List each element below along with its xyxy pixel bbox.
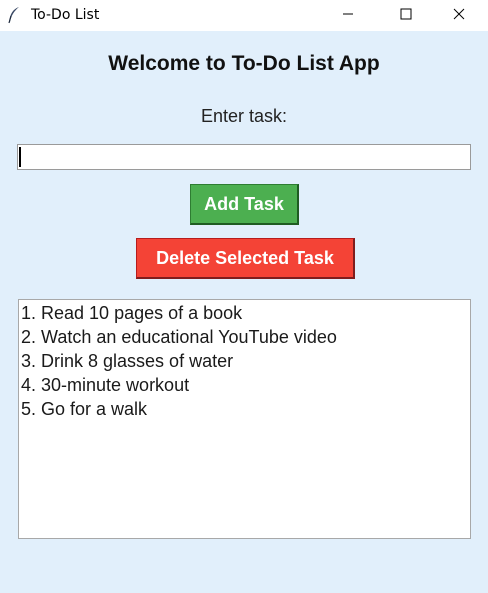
minimize-button[interactable] <box>319 0 377 31</box>
task-input-label: Enter task: <box>200 106 288 126</box>
task-list-item[interactable]: 2. Watch an educational YouTube video <box>21 325 468 349</box>
close-button[interactable] <box>430 0 488 31</box>
feather-icon <box>6 6 22 24</box>
task-list-item[interactable]: 4. 30-minute workout <box>21 373 468 397</box>
task-listbox[interactable]: 1. Read 10 pages of a book 2. Watch an e… <box>18 299 471 539</box>
task-input[interactable] <box>17 144 471 170</box>
minimize-icon <box>342 7 354 25</box>
delete-selected-task-button[interactable]: Delete Selected Task <box>136 238 355 279</box>
task-list-item[interactable]: 1. Read 10 pages of a book <box>21 301 468 325</box>
task-list-item[interactable]: 3. Drink 8 glasses of water <box>21 349 468 373</box>
window-title: To-Do List <box>31 7 100 23</box>
title-bar[interactable]: To-Do List <box>0 0 488 31</box>
maximize-icon <box>400 7 412 25</box>
close-icon <box>453 7 465 25</box>
add-task-button[interactable]: Add Task <box>190 184 299 225</box>
task-list-item[interactable]: 5. Go for a walk <box>21 397 468 421</box>
page-title: Welcome to To-Do List App <box>108 52 380 75</box>
app-window: To-Do List Welcome to To-Do List App Ent… <box>0 0 488 593</box>
maximize-button[interactable] <box>377 0 435 31</box>
text-caret <box>19 147 21 167</box>
